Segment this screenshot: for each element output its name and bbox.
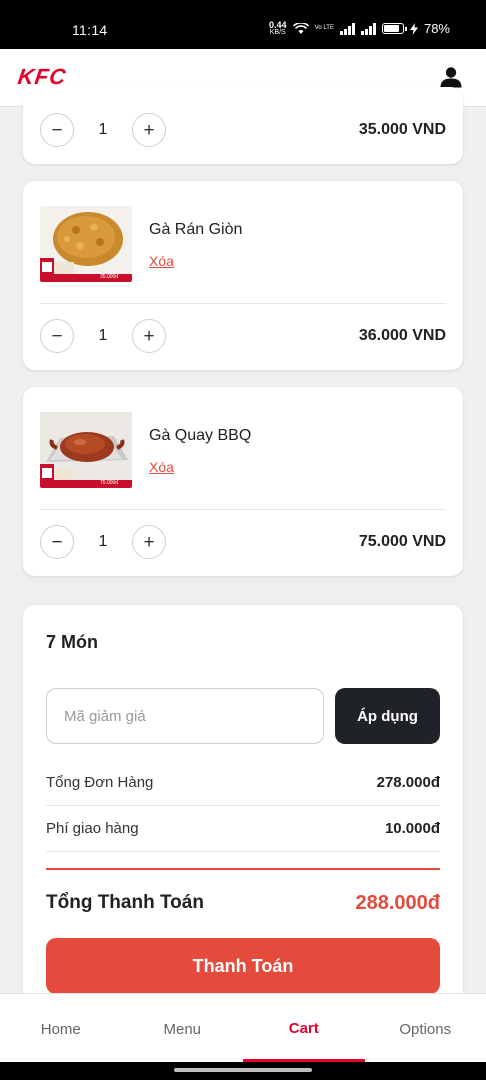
nav-tab-menu[interactable]: Menu xyxy=(122,994,244,1062)
battery-icon xyxy=(381,23,407,34)
signal-icon-2 xyxy=(360,22,376,35)
user-account-icon[interactable] xyxy=(440,66,462,88)
remove-item-link[interactable]: Xóa xyxy=(149,459,174,475)
cart-item-card: − 1 + 35.000 VND xyxy=(23,87,463,164)
svg-text:75.000đ: 75.000đ xyxy=(100,480,118,486)
cart-item-card: 75.000đ Gà Quay BBQ Xóa − 1 + 75.000 VND xyxy=(23,387,463,576)
signal-icon xyxy=(339,22,355,35)
increase-quantity-button[interactable]: + xyxy=(132,319,166,353)
item-divider xyxy=(40,509,446,510)
fried-chicken-image: 35.000đ xyxy=(40,206,132,282)
bottom-navigation: Home Menu Cart Options xyxy=(0,993,486,1062)
item-price: 75.000 VND xyxy=(358,533,446,550)
charging-bolt-icon xyxy=(409,22,418,35)
nav-tab-options[interactable]: Options xyxy=(365,994,486,1062)
total-value: 288.000đ xyxy=(355,891,440,914)
apply-promo-button[interactable]: Áp dụng xyxy=(335,688,440,744)
wifi-icon xyxy=(292,22,309,34)
total-row: Tổng Thanh Toán 288.000đ xyxy=(46,885,440,921)
item-name: Gà Rán Giòn xyxy=(149,221,243,238)
system-status-bar: 11:14 0.44 KB/S Vo LTE 78% xyxy=(0,0,486,49)
svg-text:35.000đ: 35.000đ xyxy=(100,274,118,280)
remove-item-link[interactable]: Xóa xyxy=(149,253,174,269)
item-count: 7 Món xyxy=(46,632,98,652)
quantity-row: − 1 + 35.000 VND xyxy=(40,112,446,148)
decrease-quantity-button[interactable]: − xyxy=(40,113,74,147)
item-divider xyxy=(40,303,446,304)
item-price: 36.000 VND xyxy=(358,327,446,344)
nav-tab-cart[interactable]: Cart xyxy=(243,994,365,1062)
shipping-fee-label: Phí giao hàng xyxy=(46,820,139,837)
shipping-fee-value: 10.000đ xyxy=(384,820,440,837)
nav-tab-home[interactable]: Home xyxy=(0,994,122,1062)
total-label: Tổng Thanh Toán xyxy=(46,892,204,913)
network-speed: 0.44 KB/S xyxy=(268,19,287,36)
quantity-row: − 1 + 75.000 VND xyxy=(40,524,446,560)
subtotal-row: Tổng Đơn Hàng 278.000đ xyxy=(46,760,440,806)
status-time: 11:14 xyxy=(72,22,108,38)
item-name: Gà Quay BBQ xyxy=(149,427,252,444)
subtotal-value: 278.000đ xyxy=(376,774,440,791)
checkout-button[interactable]: Thanh Toán xyxy=(46,938,440,994)
home-gesture-handle[interactable] xyxy=(174,1068,312,1072)
subtotal-label: Tổng Đơn Hàng xyxy=(46,774,154,791)
quantity-value: 1 xyxy=(98,533,108,550)
bbq-chicken-image: 75.000đ xyxy=(40,412,132,488)
quantity-value: 1 xyxy=(98,121,108,138)
status-icons: 0.44 KB/S Vo LTE 78% xyxy=(268,19,450,36)
item-price: 35.000 VND xyxy=(358,121,446,138)
quantity-row: − 1 + 36.000 VND xyxy=(40,318,446,354)
volte-indicator: Vo LTE xyxy=(314,25,334,31)
decrease-quantity-button[interactable]: − xyxy=(40,525,74,559)
cart-item-card: 35.000đ Gà Rán Giòn Xóa − 1 + 36.000 VND xyxy=(23,181,463,370)
gesture-navigation-bar xyxy=(0,1062,486,1080)
total-divider xyxy=(46,868,440,870)
battery-percent: 78% xyxy=(423,21,450,36)
order-summary-card: 7 Món Áp dụng Tổng Đơn Hàng 278.000đ Phí… xyxy=(23,605,463,1025)
promo-code-input[interactable] xyxy=(46,688,324,744)
shipping-fee-row: Phí giao hàng 10.000đ xyxy=(46,806,440,852)
quantity-value: 1 xyxy=(98,327,108,344)
increase-quantity-button[interactable]: + xyxy=(132,113,166,147)
increase-quantity-button[interactable]: + xyxy=(132,525,166,559)
decrease-quantity-button[interactable]: − xyxy=(40,319,74,353)
